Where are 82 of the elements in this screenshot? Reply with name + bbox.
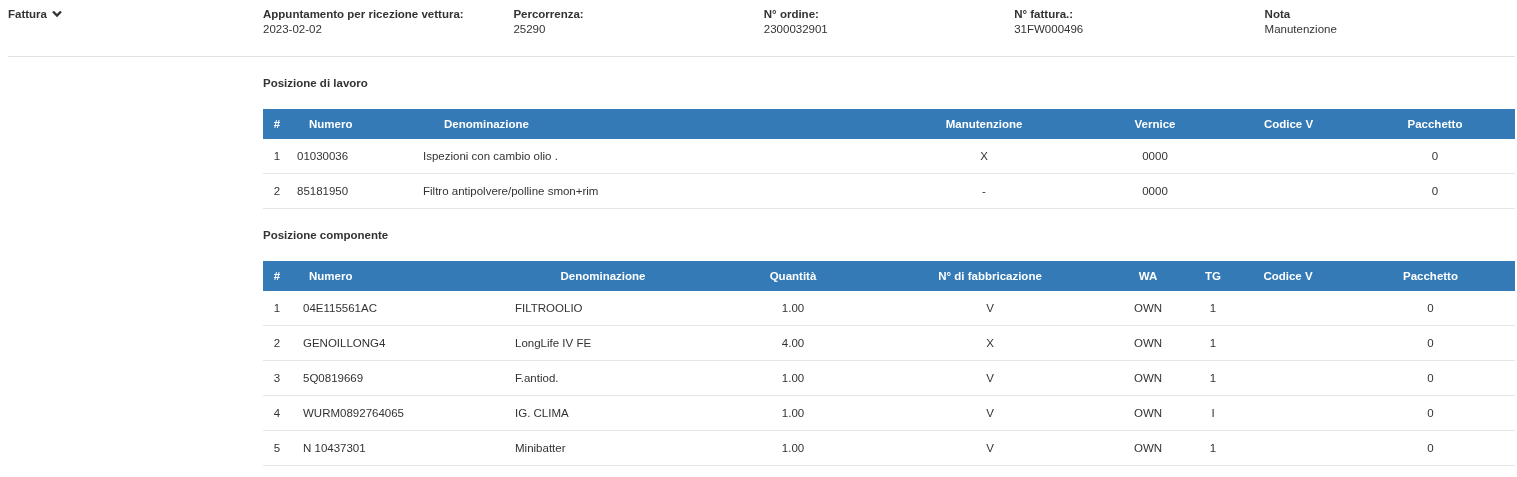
table-title: Posizione componente xyxy=(263,229,390,241)
table-cell: 1 xyxy=(1209,337,1217,349)
column-header: Vernice xyxy=(1134,118,1176,130)
table-cell: 01030036 xyxy=(297,150,349,162)
column-header: Denominazione xyxy=(560,270,646,282)
column-header: Numero xyxy=(309,118,353,130)
table-cell: 0 xyxy=(1427,372,1434,384)
column-header: Codice V xyxy=(1263,118,1314,130)
table-cell: 1.00 xyxy=(781,407,805,419)
column-header: N° di fabbricazione xyxy=(938,270,1042,282)
field-value: 25290 xyxy=(513,23,547,35)
table-title: Posizione di lavoro xyxy=(263,77,369,89)
table-cell: FILTROOLIO xyxy=(515,302,583,314)
table-cell: F.antiod. xyxy=(515,372,559,384)
table-cell: OWN xyxy=(1133,337,1163,349)
table-cell: 04E115561AC xyxy=(303,302,377,314)
chevron-down-icon xyxy=(52,10,62,18)
table-cell: X xyxy=(986,337,994,349)
table-cell: 0 xyxy=(1427,337,1434,349)
field-label: N° ordine: xyxy=(763,8,820,20)
table-cell: V xyxy=(986,372,994,384)
table-cell: - xyxy=(982,185,986,197)
table-cell: OWN xyxy=(1133,442,1163,454)
table-cell: 1.00 xyxy=(781,302,805,314)
table-cell: 0 xyxy=(1427,302,1434,314)
field-value: 2023-02-02 xyxy=(263,23,323,35)
table-cell: 1.00 xyxy=(781,372,805,384)
table-cell: WURM0892764065 xyxy=(303,407,404,419)
table-cell: 0 xyxy=(1427,442,1434,454)
table-cell: OWN xyxy=(1133,407,1163,419)
table-cell: GENOILLONG4 xyxy=(303,337,386,349)
table-cell: V xyxy=(986,302,994,314)
column-header: TG xyxy=(1205,270,1221,282)
table-cell: LongLife IV FE xyxy=(515,337,592,349)
column-header: Numero xyxy=(309,270,353,282)
table-cell: 4 xyxy=(273,407,281,419)
field-label: Percorrenza: xyxy=(513,8,585,20)
table-cell: V xyxy=(986,442,994,454)
column-header: # xyxy=(273,270,281,282)
table-cell: 0000 xyxy=(1142,150,1168,162)
table-cell: 3 xyxy=(273,372,281,384)
table-cell: 5 xyxy=(273,442,281,454)
table-cell: IG. CLIMA xyxy=(515,407,569,419)
column-header: Denominazione xyxy=(444,118,529,130)
table-cell: 0 xyxy=(1431,185,1439,197)
table-cell: 1 xyxy=(273,150,281,162)
table-cell: X xyxy=(980,150,988,162)
table-cell: OWN xyxy=(1133,372,1163,384)
section-toggle[interactable]: Fattura xyxy=(8,8,62,20)
table-cell: 1 xyxy=(1209,442,1217,454)
table-cell: Ispezioni con cambio olio . xyxy=(423,150,558,162)
column-header: Manutenzione xyxy=(945,118,1023,130)
table-cell: 2 xyxy=(273,337,281,349)
column-header: Pacchetto xyxy=(1407,118,1463,130)
field-value: 31FW000496 xyxy=(1014,23,1085,35)
table-cell: 4.00 xyxy=(781,337,805,349)
table-cell: 0000 xyxy=(1142,185,1168,197)
column-header: Codice V xyxy=(1263,270,1313,282)
field-label: Appuntamento per ricezione vettura: xyxy=(263,8,465,20)
table-cell: 1 xyxy=(1209,302,1217,314)
table-cell: 1.00 xyxy=(781,442,805,454)
table-cell: V xyxy=(986,407,994,419)
column-header: Pacchetto xyxy=(1403,270,1458,282)
column-header: WA xyxy=(1138,270,1158,282)
table-cell: 5Q0819669 xyxy=(303,372,364,384)
table-cell: 1 xyxy=(273,302,281,314)
field-label: N° fattura.: xyxy=(1014,8,1075,20)
table-cell: Filtro antipolvere/polline smon+rim xyxy=(423,185,599,197)
table-cell: N 10437301 xyxy=(303,442,366,454)
table-cell: I xyxy=(1211,407,1215,419)
table-cell: OWN xyxy=(1133,302,1163,314)
field-value: 2300032901 xyxy=(763,23,829,35)
field-value: Manutenzione xyxy=(1264,23,1338,35)
table-cell: 85181950 xyxy=(297,185,349,197)
table-cell: 2 xyxy=(273,185,281,197)
table-cell: 0 xyxy=(1427,407,1434,419)
column-header: # xyxy=(273,118,281,130)
table-cell: 1 xyxy=(1209,372,1217,384)
field-label: Nota xyxy=(1264,8,1292,20)
column-header: Quantità xyxy=(769,270,817,282)
table-cell: 0 xyxy=(1431,150,1439,162)
table-cell: Minibatter xyxy=(515,442,566,454)
